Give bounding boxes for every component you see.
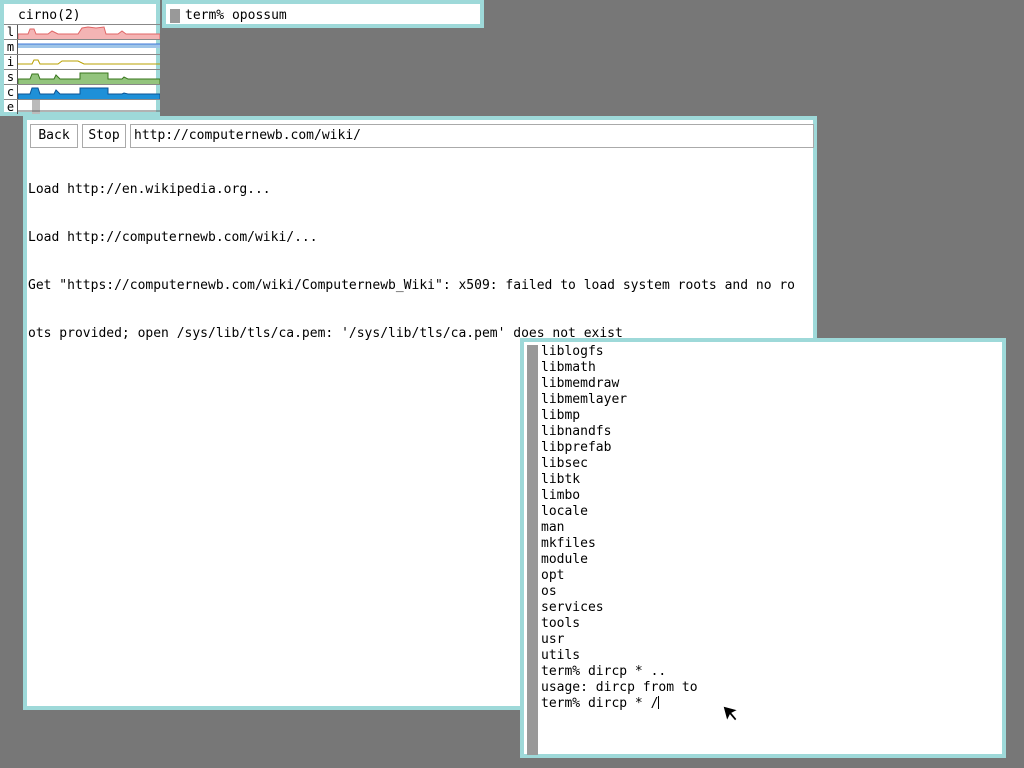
mouse-cursor-icon [722, 705, 740, 723]
stats-row-label: l [4, 25, 18, 39]
stats-row-memory: m [4, 39, 160, 54]
stats-graph-syscall [18, 72, 160, 84]
stats-graph-ether [18, 100, 160, 114]
terminal-line: libmp [541, 408, 581, 423]
terminal-line: opt [541, 568, 565, 583]
terminal-line: liblogfs [541, 344, 604, 359]
stats-row-ether: e [4, 99, 160, 114]
stats-row-label: c [4, 85, 18, 99]
terminal-line: term% dircp * .. [541, 664, 667, 679]
command-text[interactable]: term% opossum [185, 8, 287, 24]
terminal-line: libtk [541, 472, 581, 487]
terminal-line: services [541, 600, 604, 615]
stats-row-intr: i [4, 54, 160, 69]
terminal-line: libmath [541, 360, 596, 375]
stats-title: cirno(2) [18, 8, 81, 23]
terminal-output[interactable]: liblogfs libmath libmemdraw libmemlayer libm… [541, 344, 698, 712]
stats-window[interactable]: cirno(2) l m i s c e [0, 0, 160, 116]
stats-row-load: l [4, 24, 160, 39]
terminal-line: libmemlayer [541, 392, 628, 407]
scrollbar[interactable] [527, 345, 538, 755]
back-button[interactable]: Back [30, 124, 78, 148]
stats-row-context: c [4, 84, 160, 99]
stats-row-label: i [4, 55, 18, 69]
log-line: Load http://computernewb.com/wiki/... [28, 230, 318, 245]
stats-graph-intr [18, 59, 160, 65]
stats-graph-context [18, 87, 160, 99]
terminal-line: libprefab [541, 440, 612, 455]
stats-row-syscall: s [4, 69, 160, 84]
terminal-line: libmemdraw [541, 376, 620, 391]
url-input[interactable]: http://computernewb.com/wiki/ [130, 124, 814, 148]
terminal-line: os [541, 584, 557, 599]
stats-row-label: e [4, 100, 18, 114]
terminal-line: libsec [541, 456, 588, 471]
terminal-line: mkfiles [541, 536, 596, 551]
log-line: Get "https://computernewb.com/wiki/Compu… [28, 278, 796, 293]
stats-graph-load [18, 26, 160, 39]
terminal-line: limbo [541, 488, 581, 503]
log-line: Load http://en.wikipedia.org... [28, 182, 271, 197]
terminal-line: usr [541, 632, 565, 647]
command-window[interactable]: term% opossum [162, 0, 484, 28]
stats-row-label: s [4, 70, 18, 84]
stop-button[interactable]: Stop [82, 124, 126, 148]
terminal-line: utils [541, 648, 581, 663]
terminal-line: usage: dircp from to [541, 680, 698, 695]
stats-row-label: m [4, 40, 18, 54]
terminal-line: module [541, 552, 588, 567]
terminal-line: tools [541, 616, 581, 631]
terminal-line: locale [541, 504, 588, 519]
terminal-input-line[interactable]: term% dircp * / [541, 696, 698, 712]
terminal-line: libnandfs [541, 424, 612, 439]
stats-graph-memory [18, 43, 160, 48]
text-caret [658, 696, 660, 709]
terminal-line: man [541, 520, 565, 535]
scrollbar[interactable] [170, 9, 180, 23]
terminal-input-text[interactable]: term% dircp * / [541, 696, 658, 711]
terminal-window[interactable]: liblogfs libmath libmemdraw libmemlayer libm… [520, 338, 1006, 758]
